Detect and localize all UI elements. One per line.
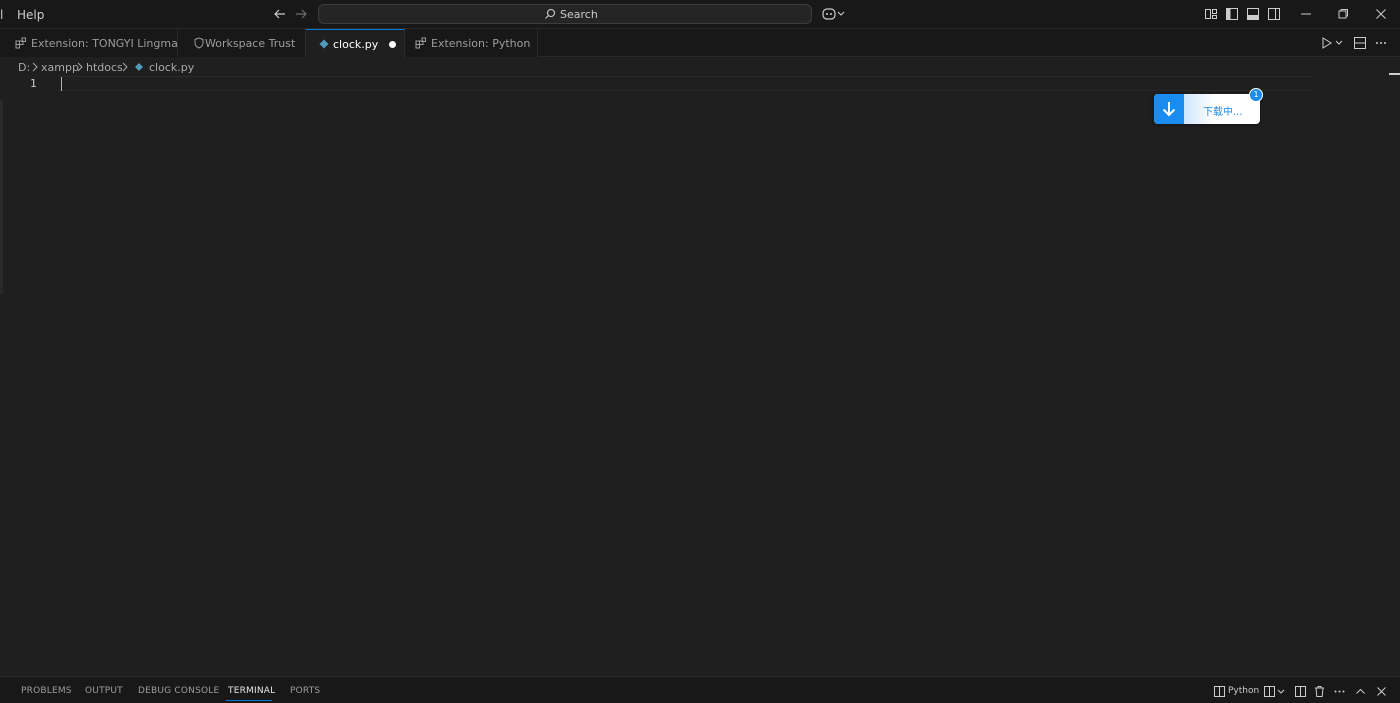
scrollbar-cursor-marker — [1389, 73, 1400, 75]
tab-label: Workspace Trust — [205, 37, 296, 50]
extensions-icon — [415, 37, 427, 49]
tab-workspace-trust[interactable]: Workspace Trust — [178, 29, 306, 57]
customize-layout-icon[interactable] — [1204, 7, 1218, 21]
breadcrumb-folder-xampp[interactable]: xampp — [41, 61, 79, 74]
python-icon — [318, 38, 330, 50]
tab-terminal[interactable]: TERMINAL — [228, 686, 275, 696]
run-python-file-icon[interactable] — [1320, 36, 1344, 50]
download-status-label: 下载中... — [1203, 107, 1243, 118]
sidebar-sash[interactable] — [0, 100, 3, 294]
copilot-icon[interactable] — [822, 7, 846, 21]
editor-tab-bar: Extension: TONGYI Lingma Workspace Trust… — [0, 29, 1400, 58]
terminal-name-label[interactable]: Python — [1228, 686, 1259, 696]
search-icon — [544, 8, 556, 20]
tab-output[interactable]: OUTPUT — [85, 686, 123, 696]
download-progress-widget[interactable]: 下载中... — [1154, 94, 1260, 124]
python-icon — [134, 62, 144, 72]
forward-arrow-icon[interactable] — [293, 6, 309, 22]
tab-label: clock.py — [333, 38, 379, 51]
menu-item-help[interactable]: Help — [17, 8, 44, 22]
text-cursor — [61, 77, 62, 91]
tab-clock-py[interactable]: clock.py — [306, 29, 405, 58]
more-actions-icon[interactable] — [1374, 36, 1388, 50]
maximize-panel-icon[interactable] — [1354, 685, 1367, 698]
toggle-secondary-sidebar-icon[interactable] — [1267, 7, 1281, 21]
unsaved-indicator-icon[interactable] — [389, 41, 396, 48]
line-number: 1 — [30, 77, 37, 90]
chevron-right-icon — [121, 62, 129, 72]
toggle-panel-icon[interactable] — [1246, 7, 1260, 21]
chevron-right-icon — [31, 62, 39, 72]
close-panel-icon[interactable] — [1375, 685, 1388, 698]
chevron-right-icon — [76, 62, 84, 72]
breadcrumb-drive[interactable]: D: — [18, 61, 30, 74]
back-arrow-icon[interactable] — [272, 6, 288, 22]
extensions-icon — [15, 37, 27, 49]
current-line-highlight — [58, 76, 1312, 91]
download-arrow-icon[interactable] — [1154, 94, 1184, 124]
new-terminal-dropdown-icon[interactable] — [1263, 685, 1287, 698]
breadcrumb-folder-htdocs[interactable]: htdocs — [86, 61, 123, 74]
tab-label: Extension: Python — [431, 37, 531, 50]
active-tab-indicator — [226, 700, 272, 701]
minimize-icon[interactable] — [1299, 7, 1313, 21]
toggle-primary-sidebar-icon[interactable] — [1225, 7, 1239, 21]
tab-extension-tongyi-lingma[interactable]: Extension: TONGYI Lingma — [0, 29, 178, 57]
terminal-split-icon[interactable] — [1213, 685, 1226, 698]
breadcrumb: D: xampp htdocs clock.py — [0, 58, 1400, 76]
title-bar: l Help Search — [0, 0, 1400, 29]
tab-problems[interactable]: PROBLEMS — [21, 686, 72, 696]
menu-item-partial[interactable]: l — [0, 8, 3, 22]
breadcrumb-file[interactable]: clock.py — [149, 61, 194, 74]
restore-icon[interactable] — [1336, 7, 1350, 21]
tab-extension-python[interactable]: Extension: Python — [405, 29, 538, 57]
split-terminal-icon[interactable] — [1294, 685, 1307, 698]
code-editor[interactable]: 1 — [0, 76, 1400, 676]
close-window-icon[interactable] — [1374, 7, 1388, 21]
split-editor-icon[interactable] — [1353, 36, 1367, 50]
search-label: Search — [560, 8, 598, 21]
tab-debug-console[interactable]: DEBUG CONSOLE — [138, 686, 219, 696]
shield-icon — [193, 37, 205, 49]
tab-label: Extension: TONGYI Lingma — [31, 37, 178, 50]
search-input[interactable]: Search — [318, 4, 812, 24]
trash-icon[interactable] — [1313, 685, 1326, 698]
tab-ports[interactable]: PORTS — [290, 686, 320, 696]
download-count-badge: 1 — [1249, 88, 1263, 102]
more-actions-icon[interactable] — [1333, 685, 1346, 698]
panel-tab-bar: PROBLEMS OUTPUT DEBUG CONSOLE TERMINAL P… — [0, 676, 1400, 703]
